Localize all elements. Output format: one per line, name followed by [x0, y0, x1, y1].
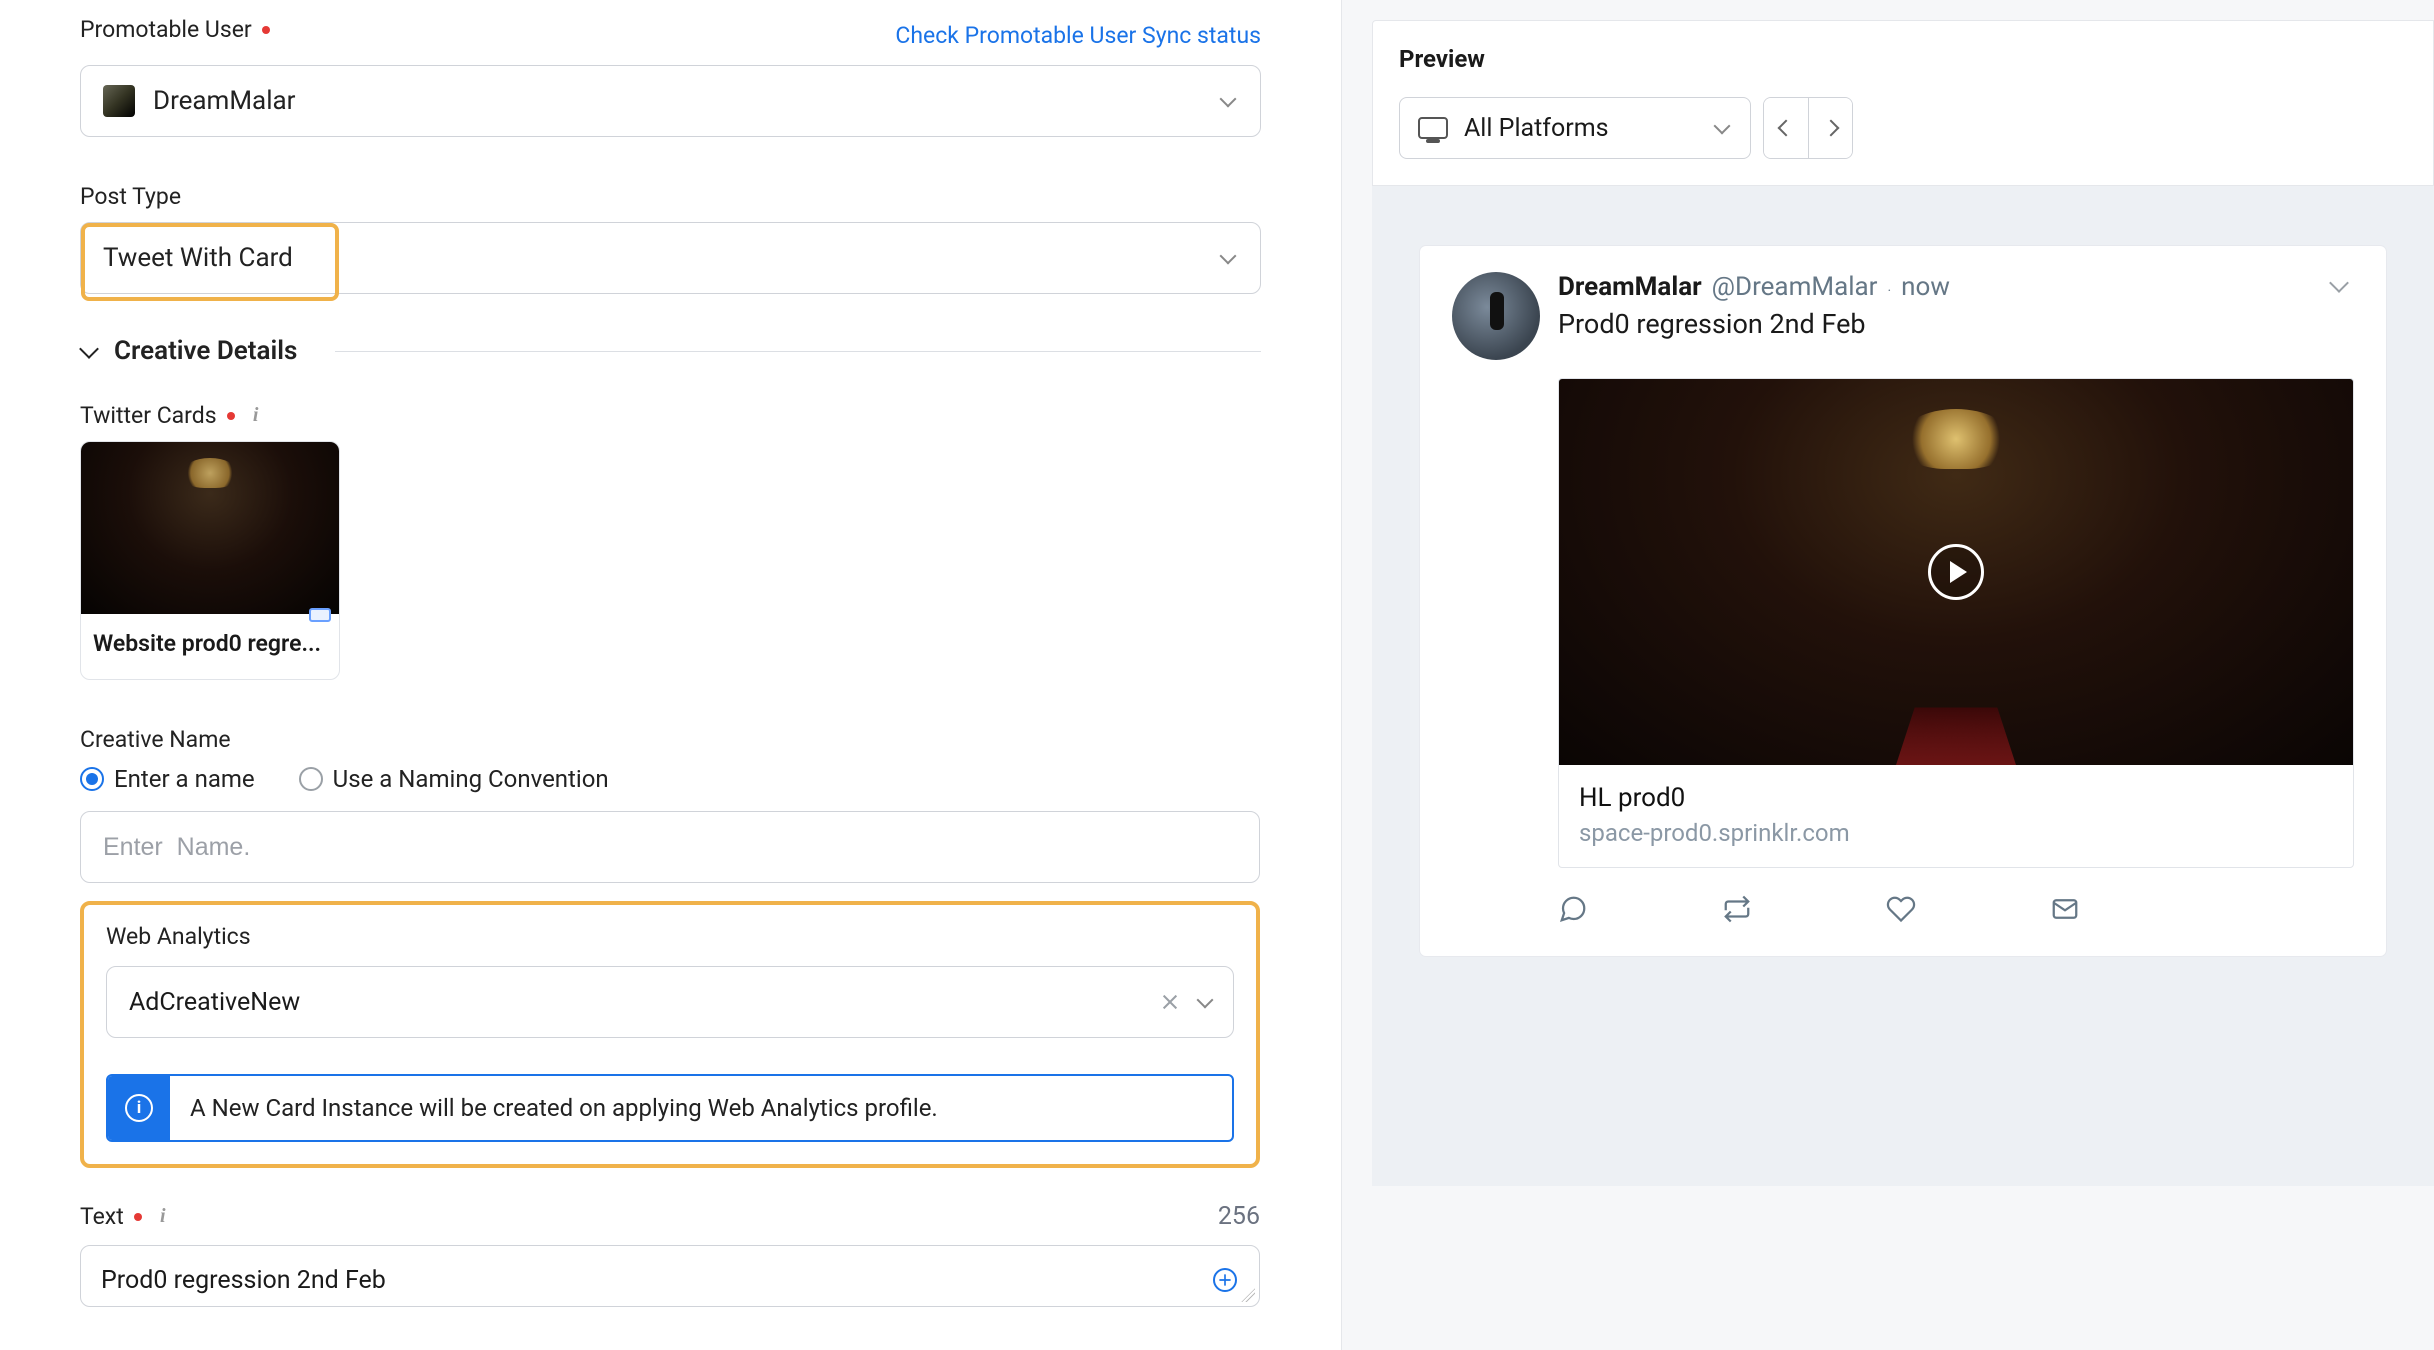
card-type-badge: [309, 608, 331, 622]
chevron-right-icon: [1822, 120, 1839, 137]
tweet-preview: DreamMalar @DreamMalar · now Prod0 regre…: [1420, 246, 2386, 956]
required-dot-icon: [227, 412, 235, 420]
preview-next-button[interactable]: [1808, 98, 1852, 158]
tweet-card[interactable]: HL prod0 space-prod0.sprinklr.com: [1558, 378, 2354, 868]
web-analytics-info: i A New Card Instance will be created on…: [106, 1074, 1234, 1142]
web-analytics-label: Web Analytics: [106, 923, 1234, 950]
user-avatar-icon: [103, 85, 135, 117]
chevron-left-icon: [1778, 120, 1795, 137]
clear-icon[interactable]: [1161, 993, 1179, 1011]
tweet-time: now: [1901, 272, 1950, 302]
chevron-down-icon: [1220, 249, 1238, 267]
text-value: Prod0 regression 2nd Feb: [101, 1266, 1239, 1298]
tweet-actions: [1558, 894, 2354, 924]
info-icon[interactable]: i: [245, 405, 267, 427]
play-icon[interactable]: [1928, 544, 1984, 600]
section-title: Creative Details: [114, 336, 297, 366]
required-dot-icon: [262, 26, 270, 34]
twitter-card-thumb[interactable]: Website prod0 regre...: [80, 441, 340, 680]
add-variable-icon[interactable]: [1213, 1268, 1237, 1292]
required-dot-icon: [134, 1213, 142, 1221]
chevron-down-icon: [1220, 92, 1238, 110]
info-icon[interactable]: i: [152, 1206, 174, 1228]
preview-panel: Preview All Platforms: [1372, 20, 2434, 186]
resize-handle-icon[interactable]: [1241, 1288, 1255, 1302]
platform-value: All Platforms: [1464, 114, 1609, 143]
tweet-name: DreamMalar: [1558, 272, 1702, 302]
desktop-icon: [1418, 117, 1448, 139]
promotable-user-select[interactable]: DreamMalar: [80, 65, 1261, 137]
info-badge-icon: i: [108, 1076, 170, 1140]
creative-name-input[interactable]: [80, 811, 1260, 883]
platform-select[interactable]: All Platforms: [1399, 97, 1751, 159]
tweet-handle: @DreamMalar: [1712, 272, 1878, 302]
promotable-user-label: Promotable User: [80, 16, 270, 43]
web-analytics-value: AdCreativeNew: [129, 988, 300, 1017]
tweet-avatar: [1452, 272, 1540, 360]
web-analytics-select[interactable]: AdCreativeNew: [106, 966, 1234, 1038]
radio-icon: [299, 767, 323, 791]
web-analytics-info-text: A New Card Instance will be created on a…: [170, 1076, 958, 1140]
chevron-down-icon: [1197, 993, 1215, 1011]
sync-status-link[interactable]: Check Promotable User Sync status: [895, 22, 1261, 49]
tweet-card-headline: HL prod0: [1579, 783, 2333, 813]
chevron-down-icon: [1714, 119, 1732, 137]
carpet-decoration: [1896, 707, 2016, 765]
preview-stage: DreamMalar @DreamMalar · now Prod0 regre…: [1372, 186, 2434, 1186]
divider: [335, 351, 1261, 352]
radio-label: Use a Naming Convention: [333, 765, 609, 793]
radio-enter-name[interactable]: Enter a name: [80, 765, 255, 793]
radio-naming-convention[interactable]: Use a Naming Convention: [299, 765, 609, 793]
preview-title: Preview: [1399, 45, 1485, 73]
text-label: Text i: [80, 1203, 174, 1230]
post-type-value: Tweet With Card: [103, 243, 293, 273]
tweet-card-image: [1559, 379, 2353, 765]
chandelier-icon: [182, 458, 238, 488]
post-type-label: Post Type: [80, 183, 1261, 210]
radio-label: Enter a name: [114, 765, 255, 793]
web-analytics-block: Web Analytics AdCreativeNew i A New Card…: [80, 901, 1260, 1168]
reply-icon[interactable]: [1558, 894, 1588, 924]
preview-prev-button[interactable]: [1764, 98, 1808, 158]
card-thumb-image: [81, 442, 339, 614]
tweet-card-domain: space-prod0.sprinklr.com: [1579, 819, 2333, 847]
like-icon[interactable]: [1886, 894, 1916, 924]
chandelier-icon: [1901, 409, 2011, 469]
post-type-select[interactable]: Tweet With Card: [80, 222, 1261, 294]
card-thumb-title: Website prod0 regre...: [81, 614, 339, 679]
preview-nav: [1763, 97, 1853, 159]
share-icon[interactable]: [2050, 894, 2080, 924]
text-char-count: 256: [1218, 1202, 1260, 1231]
tweet-body: Prod0 regression 2nd Feb: [1558, 308, 2314, 340]
dot-separator: ·: [1887, 283, 1891, 299]
twitter-cards-label: Twitter Cards i: [80, 402, 1261, 429]
retweet-icon[interactable]: [1722, 894, 1752, 924]
radio-icon: [80, 767, 104, 791]
tweet-menu-icon[interactable]: [2332, 276, 2354, 298]
text-input-area[interactable]: Prod0 regression 2nd Feb: [80, 1245, 1260, 1307]
creative-name-label: Creative Name: [80, 726, 1261, 753]
chevron-down-icon: [80, 341, 100, 361]
creative-details-section[interactable]: Creative Details: [80, 336, 1261, 366]
promotable-user-value: DreamMalar: [153, 86, 295, 116]
